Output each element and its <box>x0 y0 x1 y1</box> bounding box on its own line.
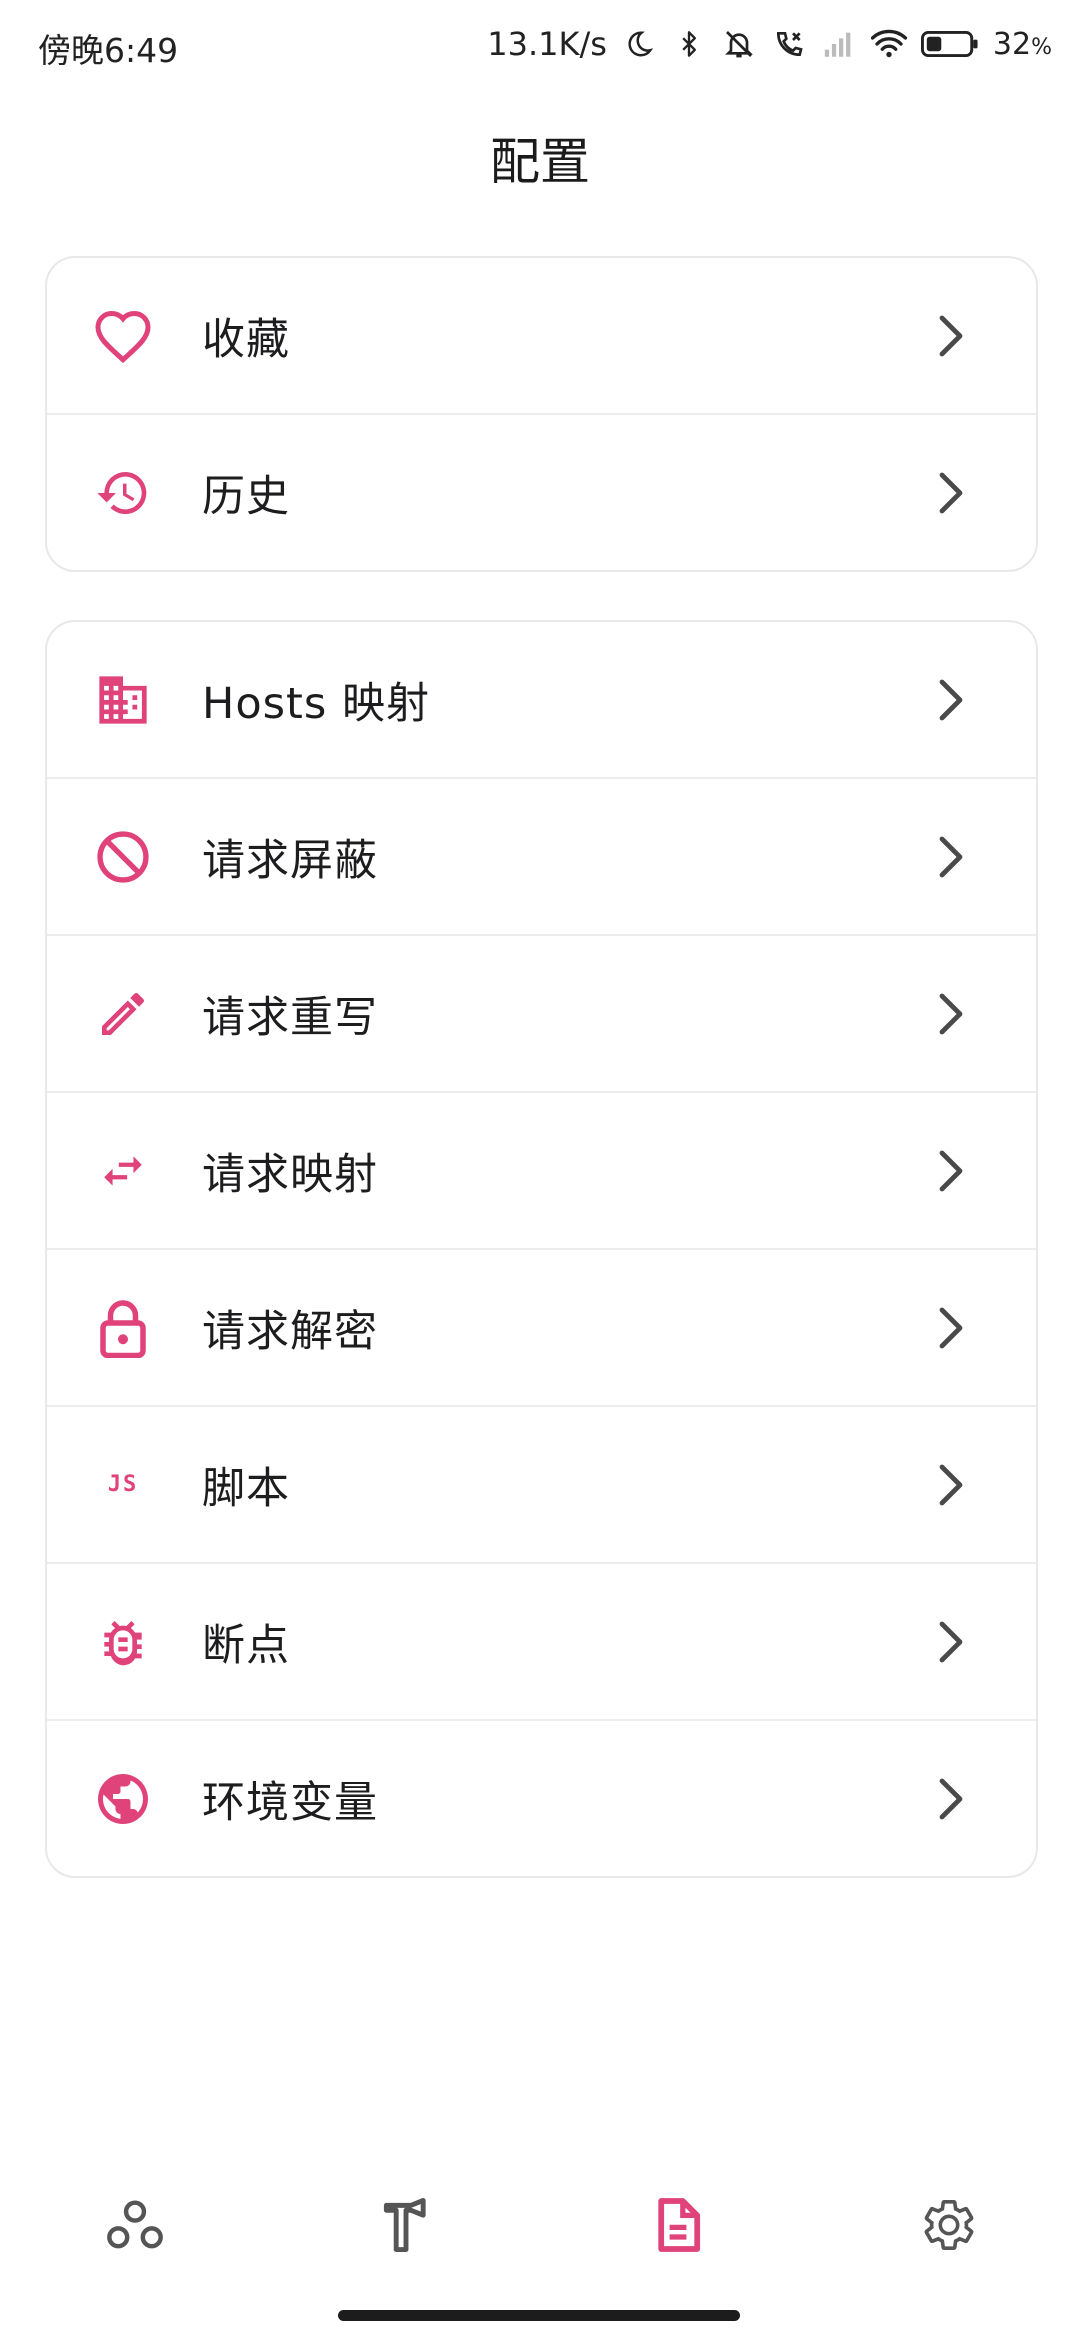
menu-item-env-variables[interactable]: 环境变量 <box>47 1719 1036 1876</box>
domain-icon <box>91 668 155 732</box>
status-time: 傍晚6:49 <box>38 31 179 70</box>
menu-item-label: 请求重写 <box>202 992 378 1043</box>
call-missed-icon <box>771 26 807 62</box>
menu-item-favorites[interactable]: 收藏 <box>47 258 1036 413</box>
bell-off-icon <box>721 26 757 62</box>
chevron-right-icon <box>939 315 963 356</box>
request-tools-card: Hosts 映射 请求屏蔽 请求重写 请求映射 请求解密 JS 脚本 断点 环境… <box>45 620 1038 1878</box>
chevron-right-icon <box>939 1464 963 1505</box>
menu-item-label: 请求屏蔽 <box>202 835 378 886</box>
chevron-right-icon <box>939 679 963 720</box>
chevron-right-icon <box>939 1150 963 1191</box>
menu-item-label: Hosts 映射 <box>202 678 430 729</box>
menu-item-label: 断点 <box>202 1620 290 1671</box>
swap-icon <box>91 1139 155 1203</box>
menu-item-label: 环境变量 <box>202 1777 378 1828</box>
nav-bubble-chart-icon[interactable] <box>102 2192 168 2258</box>
menu-item-label: 收藏 <box>202 314 290 365</box>
bottom-navigation <box>0 2170 1080 2280</box>
menu-item-request-decrypt[interactable]: 请求解密 <box>47 1248 1036 1405</box>
chevron-right-icon <box>939 1621 963 1662</box>
nav-document-icon[interactable] <box>645 2192 711 2258</box>
menu-item-request-rewrite[interactable]: 请求重写 <box>47 934 1036 1091</box>
menu-item-breakpoint[interactable]: 断点 <box>47 1562 1036 1719</box>
status-bar: 傍晚6:49 13.1K/s 32% <box>0 0 1080 90</box>
menu-item-label: 请求映射 <box>202 1149 378 1200</box>
menu-item-label: 脚本 <box>202 1463 290 1514</box>
menu-item-label: 历史 <box>202 471 290 522</box>
chevron-right-icon <box>939 1307 963 1348</box>
signal-icon <box>821 26 857 62</box>
globe-icon <box>91 1767 155 1831</box>
chevron-right-icon <box>939 836 963 877</box>
home-indicator[interactable] <box>338 2310 740 2321</box>
menu-item-history[interactable]: 历史 <box>47 413 1036 570</box>
chevron-right-icon <box>939 472 963 513</box>
bug-icon <box>91 1610 155 1674</box>
network-speed: 13.1K/s <box>487 25 607 63</box>
menu-item-script[interactable]: JS 脚本 <box>47 1405 1036 1562</box>
menu-item-hosts-mapping[interactable]: Hosts 映射 <box>47 622 1036 777</box>
battery-icon <box>920 26 979 62</box>
chevron-right-icon <box>939 993 963 1034</box>
nav-hammer-icon[interactable] <box>373 2192 439 2258</box>
heart-icon <box>91 304 155 368</box>
menu-item-request-block[interactable]: 请求屏蔽 <box>47 777 1036 934</box>
pencil-icon <box>91 982 155 1046</box>
chevron-right-icon <box>939 1778 963 1819</box>
menu-item-request-mapping[interactable]: 请求映射 <box>47 1091 1036 1248</box>
favorites-history-card: 收藏 历史 <box>45 256 1038 572</box>
wifi-icon <box>870 26 907 62</box>
history-icon <box>91 461 155 525</box>
battery-percent: 32% <box>992 26 1052 62</box>
js-icon: JS <box>107 1472 139 1497</box>
page-title: 配置 <box>490 133 590 191</box>
moon-icon <box>621 26 657 62</box>
lock-icon <box>91 1296 155 1360</box>
status-icons: 13.1K/s 32% <box>487 22 1052 66</box>
nav-settings-gear-icon[interactable] <box>916 2192 982 2258</box>
menu-item-label: 请求解密 <box>202 1306 378 1357</box>
bluetooth-icon <box>671 26 707 62</box>
block-icon <box>91 825 155 889</box>
